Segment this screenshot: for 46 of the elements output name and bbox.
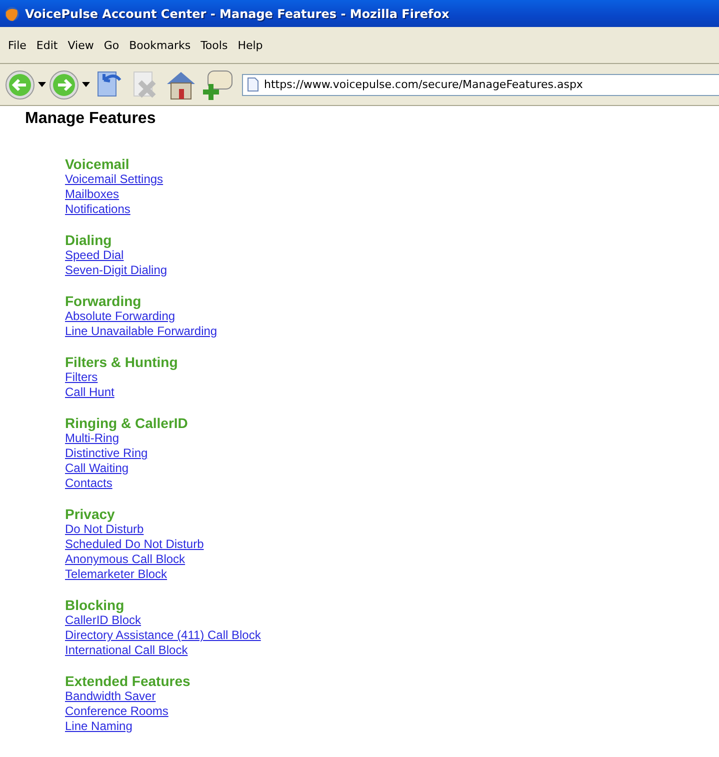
menu-item[interactable]: Edit [31, 38, 63, 52]
page-icon [247, 77, 259, 92]
address-field[interactable]: https://www.voicepulse.com/secure/ManageFeatures.aspx [242, 74, 719, 96]
dropdown-icon[interactable] [82, 82, 90, 87]
feature-link[interactable]: Contacts [65, 476, 112, 491]
feature-link[interactable]: International Call Block [65, 643, 188, 658]
feature-link[interactable]: Line Naming [65, 719, 132, 734]
feature-link[interactable]: Bandwidth Saver [65, 689, 156, 704]
menu-item[interactable]: Go [98, 38, 124, 52]
feature-link[interactable]: Call Waiting [65, 461, 129, 476]
feature-link[interactable]: Line Unavailable Forwarding [65, 324, 218, 339]
feature-link[interactable]: Seven-Digit Dialing [65, 263, 168, 278]
feature-link[interactable]: Distinctive Ring [65, 446, 148, 461]
feature-link[interactable]: Notifications [65, 202, 130, 217]
feature-link[interactable]: Telemarketer Block [65, 567, 168, 582]
menu-item[interactable]: Bookmarks [124, 38, 196, 52]
feature-link[interactable]: Anonymous Call Block [65, 552, 186, 567]
feature-link[interactable]: Absolute Forwarding [65, 309, 176, 324]
feature-link[interactable]: Do Not Disturb [65, 522, 144, 537]
feature-link[interactable]: Conference Rooms [65, 704, 168, 719]
feature-link[interactable]: Scheduled Do Not Disturb [65, 537, 204, 552]
menu-item[interactable]: Tools [196, 38, 233, 52]
section-heading: Ringing & CallerID [65, 415, 188, 431]
browser-logo-icon [4, 6, 20, 22]
feature-link[interactable]: Voicemail Settings [65, 172, 164, 187]
section-heading: Privacy [65, 506, 115, 522]
feature-link[interactable]: Multi-Ring [65, 431, 120, 446]
feature-link[interactable]: Directory Assistance (411) Call Block [65, 628, 261, 643]
feature-link[interactable]: CallerID Block [65, 613, 142, 628]
window-title: VoicePulse Account Center - Manage Features - Mozilla Firefox [25, 6, 450, 20]
feature-link[interactable]: Call Hunt [65, 385, 114, 400]
section-heading: Dialing [65, 232, 112, 248]
feature-link[interactable]: Speed Dial [65, 248, 124, 263]
menu-item[interactable]: View [62, 38, 99, 52]
page-title: Manage Features [25, 110, 157, 129]
dropdown-icon[interactable] [38, 82, 46, 87]
menu-item[interactable]: Help [232, 38, 268, 52]
new-tab-icon[interactable] [200, 68, 234, 102]
section-heading: Voicemail [65, 156, 130, 172]
section-heading: Blocking [65, 597, 124, 613]
feature-link[interactable]: Mailboxes [65, 187, 120, 202]
section-heading: Filters & Hunting [65, 354, 178, 370]
section-heading: Extended Features [65, 673, 190, 689]
section-heading: Forwarding [65, 293, 142, 309]
menu-item[interactable]: File [3, 38, 32, 52]
feature-link[interactable]: Filters [65, 370, 98, 385]
